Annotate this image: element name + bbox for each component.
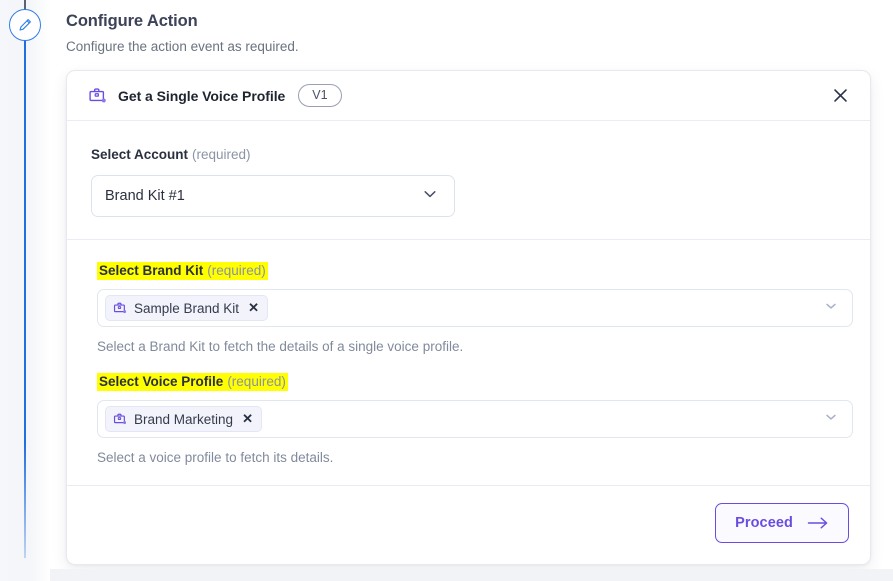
select-account-label-text: Select Account bbox=[91, 147, 189, 162]
voice-profile-multiselect[interactable]: Brand Marketing ✕ bbox=[97, 400, 853, 438]
card-footer: Proceed bbox=[67, 486, 870, 560]
select-voice-profile-label-highlight: Select Voice Profile (required) bbox=[97, 373, 288, 391]
edit-step-node[interactable] bbox=[9, 9, 41, 41]
select-voice-profile-label-text: Select Voice Profile bbox=[99, 374, 224, 389]
select-voice-profile-label: Select Voice Profile (required) bbox=[97, 373, 288, 391]
proceed-button-label: Proceed bbox=[735, 515, 793, 531]
brand-kit-help-text: Select a Brand Kit to fetch the details … bbox=[97, 339, 464, 354]
chevron-down-icon bbox=[822, 297, 840, 320]
voice-profile-chip[interactable]: Brand Marketing ✕ bbox=[105, 406, 262, 432]
brand-kit-chip-label: Sample Brand Kit bbox=[134, 300, 240, 316]
select-account-required-note: (required) bbox=[192, 147, 251, 162]
brand-kit-multiselect[interactable]: Sample Brand Kit ✕ bbox=[97, 289, 853, 327]
close-icon[interactable] bbox=[826, 82, 854, 110]
briefcase-icon bbox=[88, 86, 107, 105]
brand-kit-chip[interactable]: Sample Brand Kit ✕ bbox=[105, 295, 268, 321]
voice-profile-chip-label: Brand Marketing bbox=[134, 411, 234, 427]
select-brand-kit-label-highlight: Select Brand Kit (required) bbox=[97, 262, 268, 280]
card-header: Get a Single Voice Profile V1 bbox=[67, 71, 870, 121]
page-bottom-strip bbox=[50, 569, 893, 581]
pencil-edit-icon bbox=[17, 17, 33, 33]
rail-connector-bottom bbox=[24, 38, 26, 558]
chevron-down-icon bbox=[420, 184, 440, 209]
briefcase-icon bbox=[113, 412, 127, 426]
select-account-label: Select Account (required) bbox=[91, 146, 251, 164]
screen-root: Configure Action Configure the action ev… bbox=[0, 0, 893, 581]
page-subtitle: Configure the action event as required. bbox=[66, 39, 299, 54]
page-title: Configure Action bbox=[66, 12, 198, 30]
voice-profile-chips: Brand Marketing ✕ bbox=[105, 406, 822, 432]
select-brand-kit-required-note: (required) bbox=[207, 263, 266, 278]
arrow-right-icon bbox=[807, 516, 829, 530]
close-small-icon[interactable]: ✕ bbox=[248, 301, 259, 314]
brand-kit-chips: Sample Brand Kit ✕ bbox=[105, 295, 822, 321]
chevron-down-icon bbox=[822, 408, 840, 431]
proceed-button[interactable]: Proceed bbox=[715, 503, 849, 543]
briefcase-icon bbox=[113, 301, 127, 315]
account-select-value: Brand Kit #1 bbox=[105, 188, 185, 204]
select-brand-kit-label-text: Select Brand Kit bbox=[99, 263, 204, 278]
select-account-section: Select Account (required) Brand Kit #1 bbox=[67, 121, 870, 240]
workflow-rail bbox=[0, 0, 50, 581]
configure-action-card: Get a Single Voice Profile V1 Select Acc… bbox=[66, 70, 871, 565]
page-header: Configure Action Configure the action ev… bbox=[66, 10, 766, 56]
version-badge: V1 bbox=[298, 84, 342, 107]
select-brand-kit-label: Select Brand Kit (required) bbox=[97, 262, 268, 280]
card-title: Get a Single Voice Profile bbox=[118, 87, 286, 104]
select-voice-profile-required-note: (required) bbox=[227, 374, 286, 389]
close-small-icon[interactable]: ✕ bbox=[242, 412, 253, 425]
account-select[interactable]: Brand Kit #1 bbox=[91, 175, 455, 217]
kits-section: Select Brand Kit (required) Sample Brand… bbox=[67, 240, 870, 486]
voice-profile-help-text: Select a voice profile to fetch its deta… bbox=[97, 450, 334, 465]
